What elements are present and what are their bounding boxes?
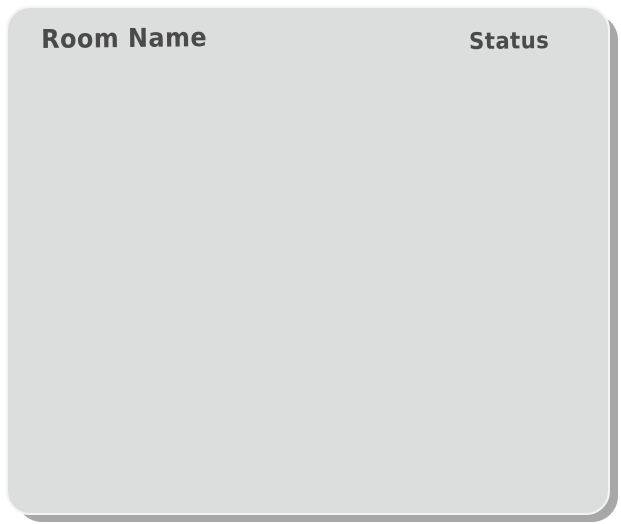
status-column-header: Status <box>468 28 550 55</box>
room-list[interactable] <box>28 72 592 497</box>
room-list-panel: Room Name Status <box>6 6 610 515</box>
lobby-screen: Room Name Status <box>0 0 621 524</box>
room-name-column-header: Room Name <box>40 23 208 55</box>
room-list-header: Room Name Status <box>8 8 608 68</box>
